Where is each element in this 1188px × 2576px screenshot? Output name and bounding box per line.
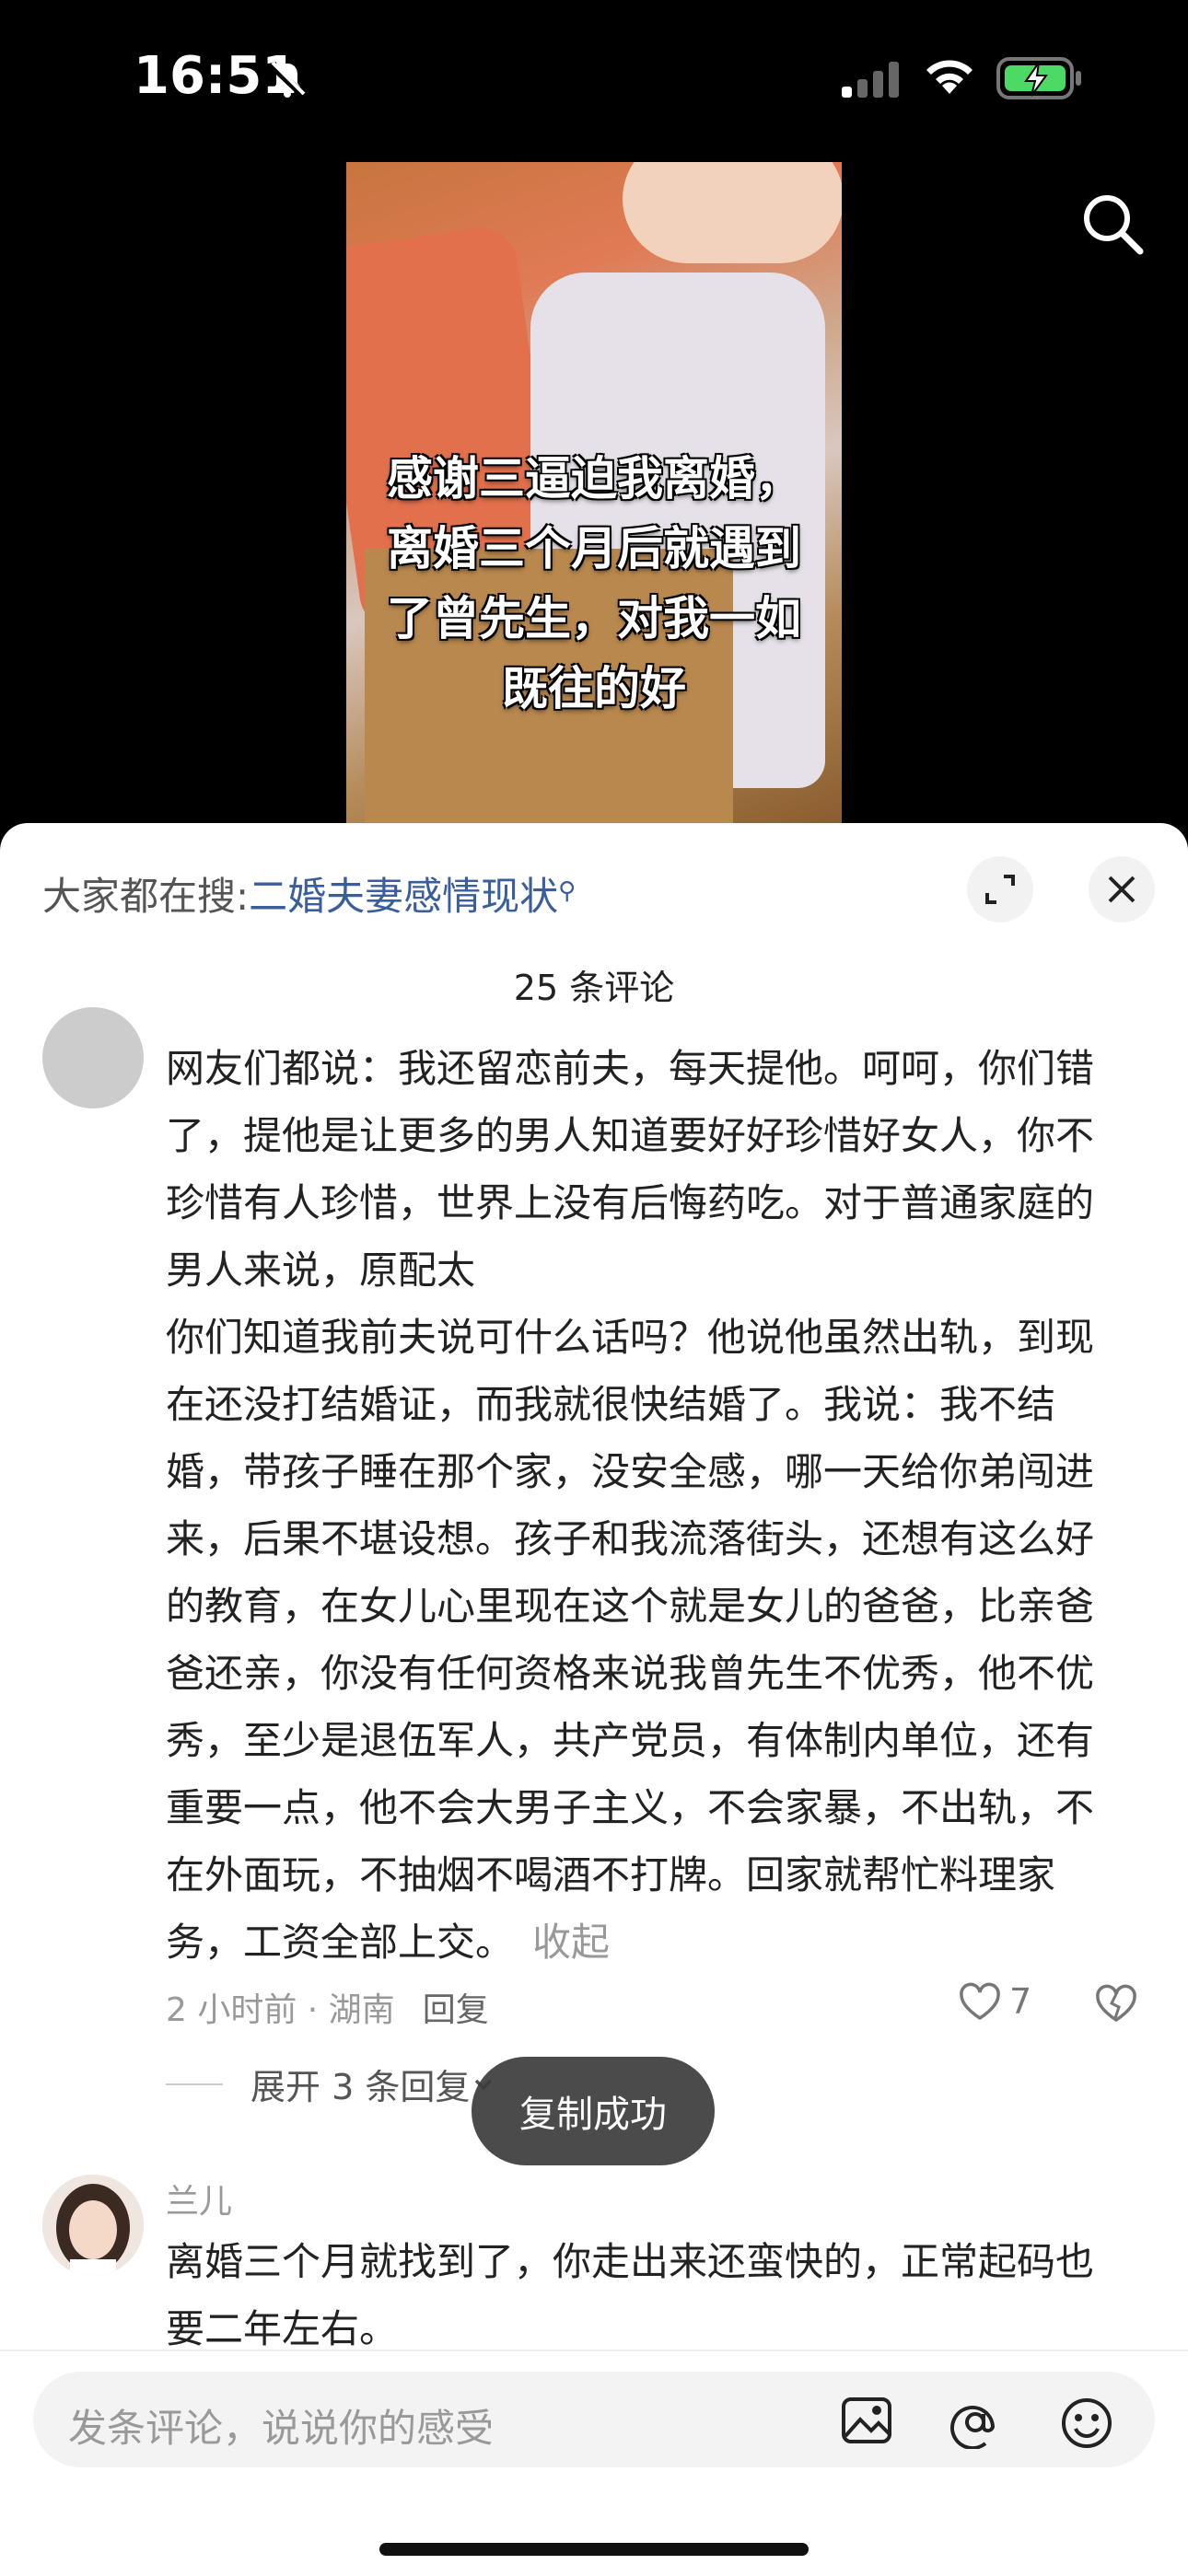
- collapse-link[interactable]: 收起: [532, 1920, 610, 1965]
- heart-icon: [960, 1982, 1000, 2021]
- divider: [166, 2083, 223, 2085]
- comment-meta: 2 小时前 · 湖南 回复: [166, 1983, 489, 2031]
- comment-line: 来，后果不堪设想。孩子和我流落街头，还想有这么好: [166, 1516, 1095, 1561]
- search-icon[interactable]: [1077, 189, 1147, 259]
- emoji-icon[interactable]: [1059, 2396, 1114, 2451]
- comment-line: 离婚三个月就找到了，你走出来还蛮快的，正常起码也: [166, 2239, 1095, 2284]
- comment-line: 了，提他是让更多的男人知道要好好珍惜好女人，你不: [166, 1113, 1095, 1158]
- expand-button[interactable]: [967, 856, 1033, 922]
- expand-icon: [985, 875, 1015, 904]
- toast: 复制成功: [472, 2057, 715, 2165]
- like-button[interactable]: 7: [958, 1981, 1031, 2022]
- comment-count: 25 条评论: [513, 968, 675, 1008]
- reply-button[interactable]: 回复: [423, 1991, 489, 2029]
- comment-line: 网友们都说：我还留恋前夫，每天提他。呵呵，你们错: [166, 1046, 1095, 1091]
- broken-heart-icon[interactable]: [1094, 1983, 1138, 2024]
- search-small-icon: ⚲: [558, 877, 577, 905]
- caption-line: 既往的好: [502, 662, 686, 715]
- avatar-portrait: [42, 2175, 144, 2276]
- hot-search[interactable]: 大家都在搜:二婚夫妻感情现状⚲: [42, 865, 576, 922]
- comment-input-bar: 发条评论，说说你的感受: [0, 2350, 1188, 2576]
- comment-line: 秀，至少是退伍军人，共产党员，有体制内单位，还有: [166, 1718, 1095, 1763]
- comment-line: 你们知道我前夫说可什么话吗？他说他虽然出轨，到现: [166, 1315, 1095, 1360]
- comment-line: 爸还亲，你没有任何资格来说我曾先生不优秀，他不优: [166, 1651, 1095, 1696]
- at-mention-icon[interactable]: [949, 2396, 1002, 2449]
- comment-line: 在还没打结婚证，而我就很快结婚了。我说：我不结: [166, 1382, 1056, 1427]
- expand-replies[interactable]: 展开 3 条回复: [166, 2059, 497, 2109]
- hot-search-prefix: 大家都在搜:: [42, 874, 250, 919]
- comment-text[interactable]: 网友们都说：我还留恋前夫，每天提他。呵呵，你们错 了，提他是让更多的男人知道要好…: [166, 1035, 1151, 1976]
- image-icon[interactable]: [840, 2396, 893, 2445]
- comment-line: 在外面玩，不抽烟不喝酒不打牌。回家就帮忙料理家: [166, 1852, 1056, 1897]
- battery-charging-icon: [996, 57, 1081, 99]
- cellular-signal-icon: [842, 62, 899, 98]
- like-count: 7: [1009, 1981, 1032, 2022]
- avatar[interactable]: [42, 1007, 144, 1108]
- comment-line: 男人来说，原配太: [166, 1247, 476, 1293]
- video-hand-shape: [623, 162, 842, 263]
- comment-text[interactable]: 离婚三个月就找到了，你走出来还蛮快的，正常起码也 要二年左右。: [166, 2228, 1151, 2362]
- caption-line: 感谢三逼迫我离婚，: [387, 452, 801, 505]
- comment-time-location: 2 小时前 · 湖南: [166, 1991, 395, 2029]
- comment-line: 的教育，在女儿心里现在这个就是女儿的爸爸，比亲爸: [166, 1584, 1095, 1629]
- caption-line: 离婚三个月后就遇到: [387, 522, 801, 575]
- expand-replies-label: 展开 3 条回复: [250, 2067, 471, 2107]
- comment-line: 务，工资全部上交。: [166, 1920, 515, 1965]
- comment-line: 重要一点，他不会大男子主义，不会家暴，不出轨，不: [166, 1785, 1095, 1830]
- home-indicator[interactable]: [379, 2543, 809, 2556]
- close-icon: [1108, 876, 1136, 903]
- video-caption: 感谢三逼迫我离婚， 离婚三个月后就遇到 了曾先生，对我一如 既往的好: [368, 444, 820, 724]
- comment-line: 珍惜有人珍惜，世界上没有后悔药吃。对于普通家庭的: [166, 1180, 1095, 1225]
- wifi-icon: [926, 60, 973, 94]
- hot-search-query[interactable]: 二婚夫妻感情现状: [249, 874, 558, 919]
- comment-username[interactable]: 兰儿: [166, 2175, 232, 2222]
- caption-line: 了曾先生，对我一如: [387, 592, 801, 645]
- avatar[interactable]: [42, 2175, 144, 2276]
- status-bar: 16:51: [0, 0, 1188, 166]
- silent-bell-icon: [268, 61, 307, 99]
- comments-sheet: 大家都在搜:二婚夫妻感情现状⚲ 25 条评论 网友们都说：我还留恋前夫，每天提他…: [0, 823, 1188, 2574]
- close-button[interactable]: [1089, 856, 1155, 922]
- comment-input-placeholder: 发条评论，说说你的感受: [68, 2406, 495, 2451]
- comment-line: 婚，带孩子睡在那个家，没安全感，哪一天给你弟闯进: [166, 1449, 1095, 1494]
